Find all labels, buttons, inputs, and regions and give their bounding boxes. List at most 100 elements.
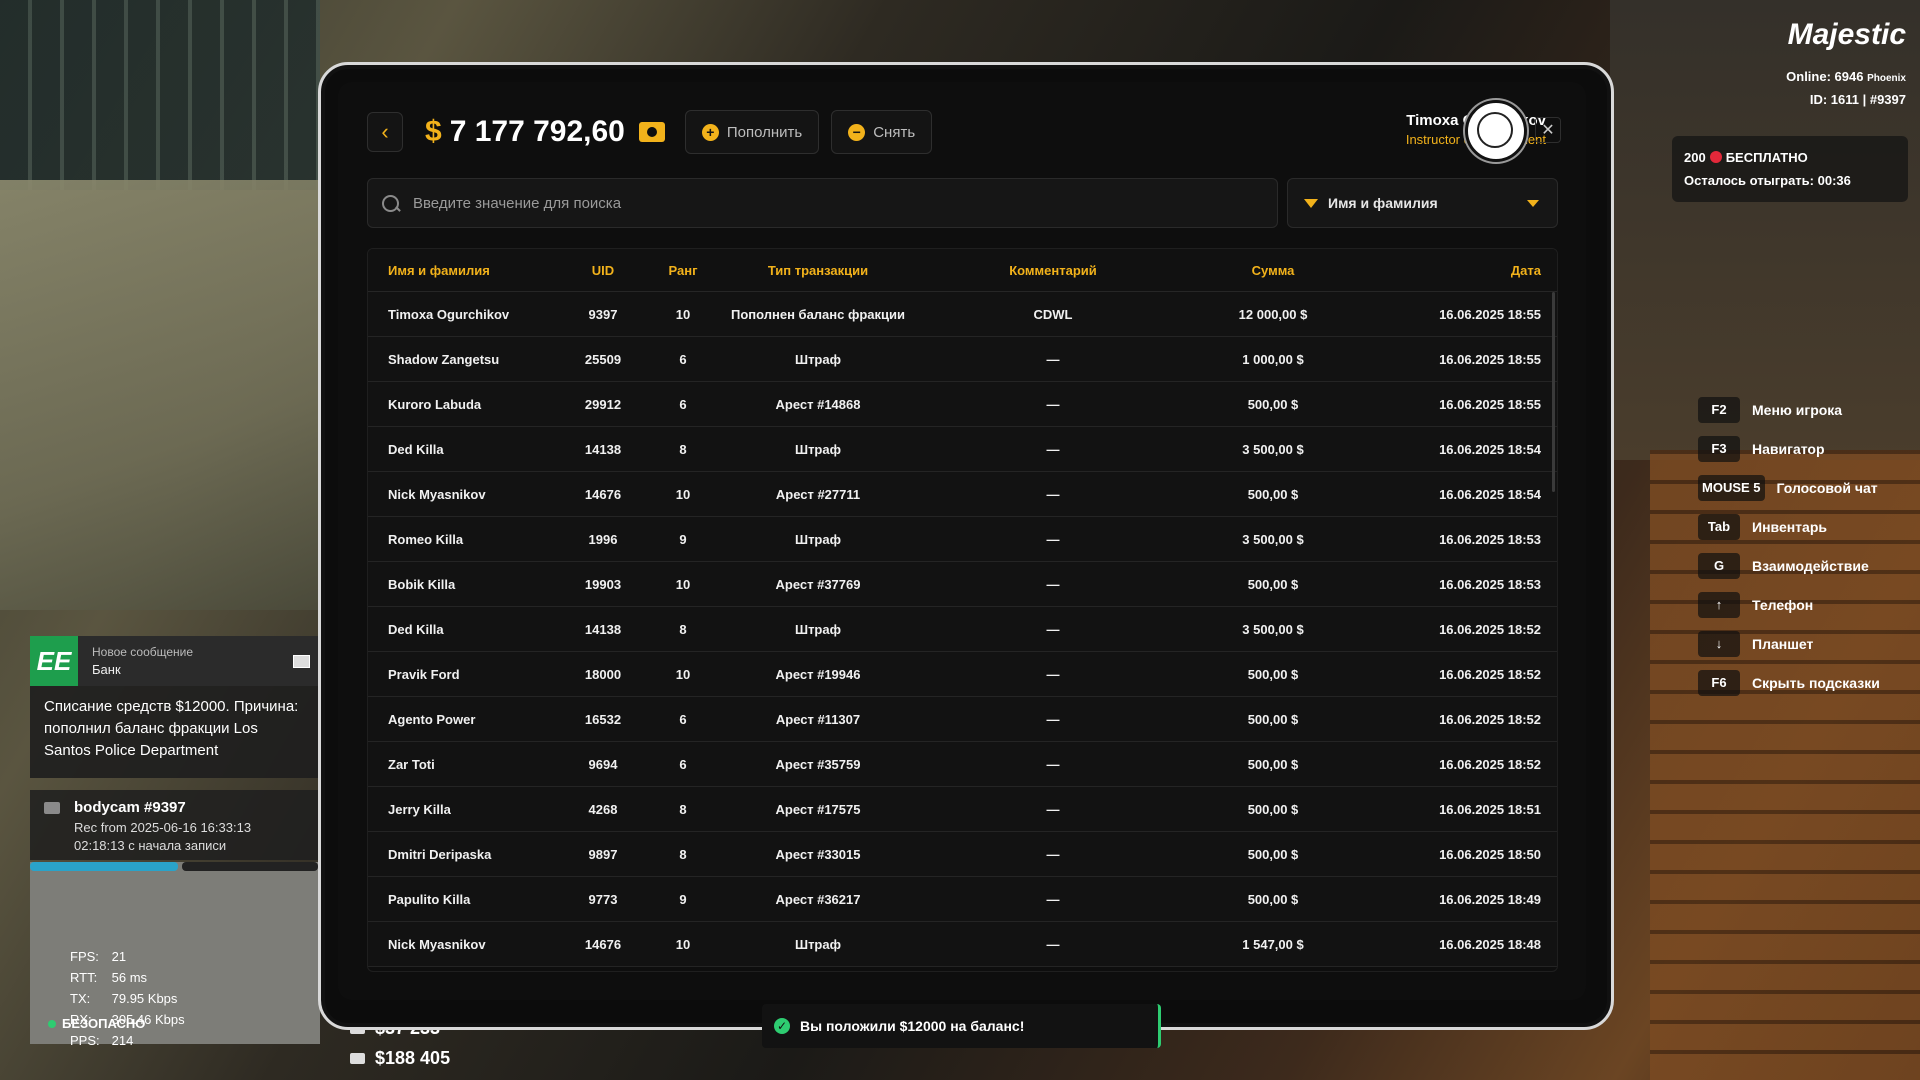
cell-comment: — xyxy=(1046,936,1060,952)
table-row[interactable]: Jerry Killa 4268 8 Арест #17575 — 500,00 $ 16.… xyxy=(368,787,1557,832)
rtt-value: 56 ms xyxy=(111,970,148,985)
cell-date: 16.06.2025 18:54 xyxy=(1439,486,1541,502)
cell-name: Nick Myasnikov xyxy=(388,486,486,502)
hint-key: Tab xyxy=(1698,513,1740,540)
table-body: Timoxa Ogurchikov 9397 10 Пополнен баланс ф… xyxy=(368,292,1557,967)
cell-rank: 6 xyxy=(679,351,687,367)
table-row[interactable]: Ded Killa 14138 8 Штраф — 3 500,00 $ 16.06.202… xyxy=(368,427,1557,472)
cell-comment: — xyxy=(1046,441,1060,457)
chevron-down-icon xyxy=(1527,199,1539,207)
cell-type: Арест #17575 xyxy=(775,801,861,817)
bank-app-icon: EE xyxy=(30,636,78,686)
table-header: Имя и фамилия UID Ранг Тип транзакции Коммен… xyxy=(368,249,1557,292)
column-header[interactable]: Комментарий xyxy=(908,263,1198,278)
health-bar xyxy=(30,862,178,871)
chevron-left-icon: ‹ xyxy=(381,119,389,144)
cell-uid: 9694 xyxy=(588,756,618,772)
pps-label: PPS: xyxy=(70,1033,100,1048)
table-row[interactable]: Timoxa Ogurchikov 9397 10 Пополнен баланс ф… xyxy=(368,292,1557,337)
back-button[interactable]: ‹ xyxy=(367,112,403,152)
table-row[interactable]: Ded Killa 14138 8 Штраф — 3 500,00 $ 16.06.202… xyxy=(368,607,1557,652)
table-row[interactable]: Bobik Killa 19903 10 Арест #37769 — 500,00 $ 1… xyxy=(368,562,1557,607)
cell-rank: 10 xyxy=(675,936,691,952)
key-hints: F2 Меню игрока F3 Навигатор MOUSE 5 Голосовой… xyxy=(1698,390,1880,702)
close-icon: ✕ xyxy=(1541,122,1555,139)
coin-icon xyxy=(1709,151,1722,163)
cell-comment: — xyxy=(1046,801,1060,817)
promo-timer: 00:36 xyxy=(1817,173,1851,188)
table-scrollbar[interactable] xyxy=(1552,292,1555,492)
search-bar[interactable] xyxy=(367,178,1278,228)
table-row[interactable]: Kuroro Labuda 29912 6 Арест #14868 — 500,00 $… xyxy=(368,382,1557,427)
cell-uid: 14676 xyxy=(584,936,622,952)
cell-comment: — xyxy=(1046,621,1060,637)
table-row[interactable]: Nick Myasnikov 14676 10 Арест #27711 — 500,00… xyxy=(368,472,1557,517)
column-header[interactable]: Дата xyxy=(1348,263,1557,278)
cell-type: Штраф xyxy=(795,531,841,547)
cell-uid: 16532 xyxy=(584,711,622,727)
search-input[interactable] xyxy=(411,193,1265,213)
bank-amount: $188 405 xyxy=(375,1048,451,1068)
rtt-label: RTT: xyxy=(70,970,98,985)
hint-label: Взаимодействие xyxy=(1752,557,1869,574)
dollar-icon: $ xyxy=(425,115,442,148)
card-icon xyxy=(350,1052,365,1064)
promo-timer-label: Осталось отыграть: xyxy=(1684,173,1814,188)
hint-label: Инвентарь xyxy=(1752,518,1827,535)
bodycam-elapsed: 02:18:13 с начала записи xyxy=(74,838,227,853)
column-header[interactable]: Имя и фамилия xyxy=(368,263,568,278)
cell-name: Timoxa Ogurchikov xyxy=(388,306,510,322)
cell-date: 16.06.2025 18:51 xyxy=(1439,801,1541,817)
cell-rank: 8 xyxy=(679,621,687,637)
table-row[interactable]: Romeo Killa 1996 9 Штраф — 3 500,00 $ 16.06.20… xyxy=(368,517,1557,562)
banknote-icon xyxy=(638,122,665,142)
cell-amount: 3 500,00 $ xyxy=(1242,441,1304,457)
close-button[interactable]: ✕ xyxy=(1535,117,1561,143)
cell-type: Арест #19946 xyxy=(775,666,861,682)
key-hint: F3 Навигатор xyxy=(1698,429,1880,468)
online-label: Online: xyxy=(1786,69,1831,84)
column-header[interactable]: UID xyxy=(568,263,638,278)
filter-label: Имя и фамилия xyxy=(1328,195,1438,211)
table-row[interactable]: Shadow Zangetsu 25509 6 Штраф — 1 000,00 $ 16.… xyxy=(368,337,1557,382)
fps-label: FPS: xyxy=(70,949,99,964)
plus-icon: + xyxy=(701,123,719,141)
tx-value: 79.95 Kbps xyxy=(111,991,178,1006)
cell-type: Пополнен баланс фракции xyxy=(730,306,906,322)
table-row[interactable]: Pravik Ford 18000 10 Арест #19946 — 500,00 $ 1… xyxy=(368,652,1557,697)
cell-amount: 3 500,00 $ xyxy=(1242,531,1304,547)
cell-rank: 8 xyxy=(679,846,687,862)
cell-uid: 18000 xyxy=(584,666,622,682)
notification-header: Новое сообщение xyxy=(92,645,194,659)
cell-name: Papulito Killa xyxy=(388,891,471,907)
hint-label: Телефон xyxy=(1752,596,1814,613)
table-row[interactable]: Papulito Killa 9773 9 Арест #36217 — 500,00 $… xyxy=(368,877,1557,922)
column-header[interactable]: Ранг xyxy=(638,263,728,278)
cell-rank: 8 xyxy=(679,801,687,817)
bodycam-rec: Rec from 2025-06-16 16:33:13 xyxy=(74,820,252,835)
column-header[interactable]: Сумма xyxy=(1198,263,1348,278)
phone-notification[interactable]: EE Новое сообщение Банк Списание средств… xyxy=(30,636,318,778)
filter-icon xyxy=(1304,198,1318,208)
column-header[interactable]: Тип транзакции xyxy=(728,263,908,278)
cell-name: Dmitri Deripaska xyxy=(388,846,492,862)
cell-date: 16.06.2025 18:55 xyxy=(1439,306,1541,322)
table-row[interactable]: Dmitri Deripaska 9897 8 Арест #33015 — 500,00… xyxy=(368,832,1557,877)
withdraw-button[interactable]: − Снять xyxy=(831,110,933,154)
cell-date: 16.06.2025 18:50 xyxy=(1439,846,1541,862)
cell-name: Pravik Ford xyxy=(388,666,460,682)
table-row[interactable]: Agento Power 16532 6 Арест #11307 — 500,00 $ 1… xyxy=(368,697,1557,742)
cell-amount: 500,00 $ xyxy=(1247,576,1299,592)
cell-date: 16.06.2025 18:49 xyxy=(1439,891,1541,907)
key-hint: ↓ Планшет xyxy=(1698,624,1880,663)
table-row[interactable]: Nick Myasnikov 14676 10 Штраф — 1 547,00 $ 16.… xyxy=(368,922,1557,967)
cell-uid: 29912 xyxy=(584,396,622,412)
table-row[interactable]: Zar Toti 9694 6 Арест #35759 — 500,00 $ 16.06.… xyxy=(368,742,1557,787)
cell-comment: — xyxy=(1046,396,1060,412)
cell-type: Арест #11307 xyxy=(775,711,861,727)
deposit-button[interactable]: + Пополнить xyxy=(684,110,820,154)
filter-dropdown[interactable]: Имя и фамилия xyxy=(1287,178,1558,228)
cell-date: 16.06.2025 18:52 xyxy=(1439,711,1541,727)
cell-date: 16.06.2025 18:53 xyxy=(1439,576,1541,592)
key-hint: ↑ Телефон xyxy=(1698,585,1880,624)
